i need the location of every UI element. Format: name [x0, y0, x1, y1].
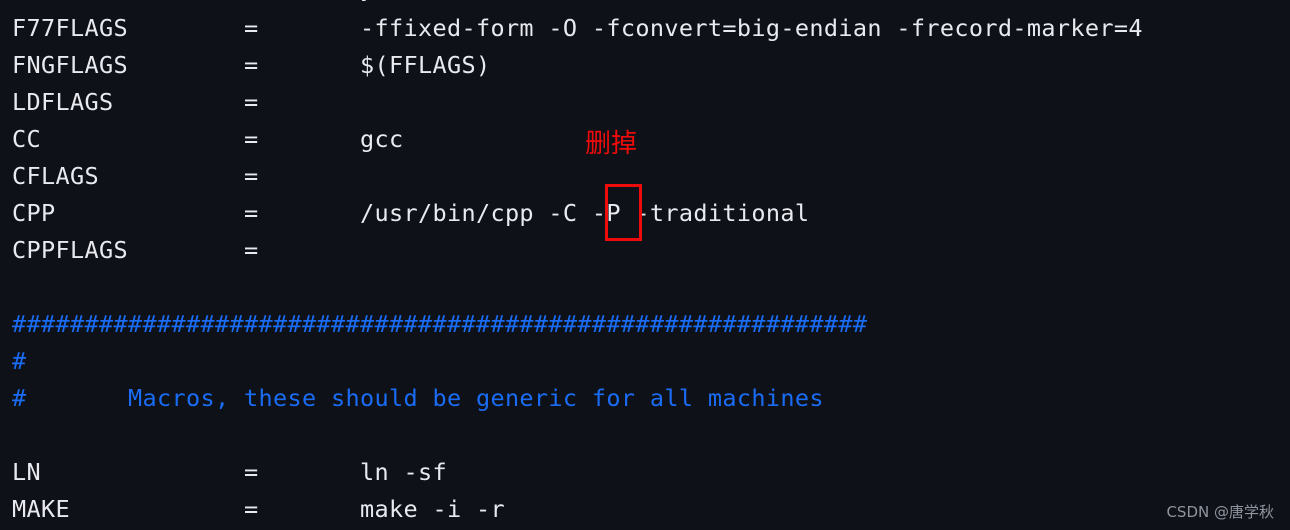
annotation-label-delete: 删掉 [585, 129, 638, 159]
code-line-hash-rule[interactable]: ########################################… [12, 306, 867, 343]
code-line-f77flags[interactable]: F77FLAGS = -ffixed-form -O -fconvert=big… [12, 10, 1143, 47]
code-line-cflags[interactable]: CFLAGS = [12, 158, 258, 195]
code-line-top-sliver[interactable]: y [12, 0, 374, 7]
code-line-cc[interactable]: CC = gcc [12, 121, 403, 158]
code-text-area[interactable]: y F77FLAGS = -ffixed-form -O -fconvert=bi… [0, 0, 1290, 530]
code-screenshot: y F77FLAGS = -ffixed-form -O -fconvert=bi… [0, 0, 1290, 530]
code-line-hash-empty[interactable]: # [12, 343, 27, 380]
code-line-ldflags[interactable]: LDFLAGS = [12, 84, 258, 121]
code-line-ln[interactable]: LN = ln -sf [12, 454, 447, 491]
code-line-make[interactable]: MAKE = make -i -r [12, 491, 505, 528]
csdn-watermark: CSDN @唐学秋 [1166, 503, 1274, 521]
code-line-fngflags[interactable]: FNGFLAGS = $(FFLAGS) [12, 47, 490, 84]
code-line-cppflags[interactable]: CPPFLAGS = [12, 232, 258, 269]
code-line-cpp[interactable]: CPP = /usr/bin/cpp -C -P -traditional [12, 195, 809, 232]
annotation-highlight-box [605, 184, 642, 241]
code-line-hash-macros[interactable]: # Macros, these should be generic for al… [12, 380, 824, 417]
